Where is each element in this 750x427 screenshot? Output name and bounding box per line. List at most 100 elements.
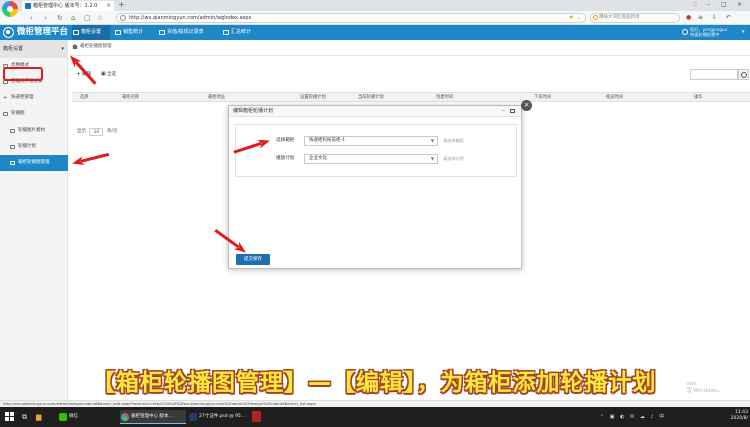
pager: 显示 10 条/页 <box>77 128 118 136</box>
col-current-plan: 当前轮播计划 <box>358 95 384 100</box>
nav-sales-stats[interactable]: 销售统计 <box>114 25 154 40</box>
close-tab-icon[interactable]: × <box>106 1 111 11</box>
browser-search-input[interactable]: 曝扶大湾区落超新增 <box>590 13 680 23</box>
nav-recharge-records[interactable]: 充值/提现记录表 <box>158 25 218 40</box>
col-pushed: 推送时间 <box>606 95 624 100</box>
favicon-icon <box>25 3 31 9</box>
submit-save-button[interactable]: 提交保存 <box>236 254 270 265</box>
reload-icon[interactable]: ↻ <box>57 13 63 23</box>
app-logo-icon <box>3 27 14 38</box>
taskbar-app-browser[interactable]: 箱柜管理中心 版本... <box>120 410 186 424</box>
col-created: 创建时间 <box>436 95 454 100</box>
col-cabinet-name: 箱柜名称 <box>122 95 140 100</box>
activation-watermark: ows 活 Windows。 <box>686 381 724 394</box>
minimize-icon[interactable]: – <box>707 0 710 10</box>
taskbar-app-wechat[interactable]: 微信 <box>58 410 114 424</box>
page-size-select[interactable]: 10 <box>89 128 104 136</box>
nav-summary-stats[interactable]: 汇总统计 <box>222 25 262 40</box>
close-window-icon[interactable]: × <box>737 0 742 10</box>
cabinet-hint: 请选择箱柜 <box>443 138 464 143</box>
undo-icon[interactable]: ↶ <box>726 13 731 23</box>
dialog-title: 编辑箱柜轮播计划 – <box>229 106 521 117</box>
file-explorer-icon[interactable]: ▆ <box>36 407 41 427</box>
browser-logo-icon[interactable] <box>2 1 18 17</box>
wallet-icon <box>159 30 165 35</box>
browser-tab[interactable]: 箱柜管理中心 版本号：1.2.0 × <box>22 1 114 11</box>
sidebar-item-carousel-assets[interactable]: 轮播图片素材 <box>0 123 68 139</box>
col-cabinet-address: 箱柜地址 <box>208 95 226 100</box>
back-icon[interactable]: ‹ <box>30 13 33 23</box>
extension-icon[interactable]: ● <box>686 13 691 23</box>
col-set-plan: 设置轮播计划 <box>300 95 326 100</box>
summary-icon <box>223 30 229 35</box>
browser-icon <box>121 413 129 421</box>
clock[interactable]: 11:43 2020/8/ <box>718 410 748 422</box>
favorite-icon[interactable]: ☆ <box>97 13 103 23</box>
taskbar-app-photoshop[interactable]: 27寸证件.psd @ 95... <box>188 410 250 424</box>
col-dispatched: 下发时间 <box>534 95 552 100</box>
calendar-icon <box>10 145 15 149</box>
checkbox-icon: ▣ <box>101 71 106 77</box>
image-icon <box>10 129 15 133</box>
edit-plan-dialog: 编辑箱柜轮播计划 – 选择箱柜 快递柜科技前柜-1 ▼ 请选择箱柜 播放计划 企… <box>228 105 522 269</box>
windows-start-icon[interactable] <box>5 412 14 421</box>
tab-list-icon[interactable]: ▢ <box>84 13 91 23</box>
user-avatar-icon <box>682 29 688 35</box>
menu-icon[interactable]: ≡ <box>698 13 703 23</box>
table-header: 选择 箱柜名称 箱柜地址 设置轮播计划 当前轮播计划 创建时间 下发时间 推送时… <box>72 92 750 102</box>
app-icon[interactable] <box>252 411 261 422</box>
sidebar-header[interactable]: 箱柜设置 ▾ <box>0 40 68 58</box>
bookmark-star-icon[interactable]: ★ ⌄ <box>569 14 581 22</box>
task-view-icon[interactable]: ⧉ <box>22 407 27 427</box>
new-tab-icon[interactable]: + <box>118 0 125 10</box>
col-select: 选择 <box>80 95 89 100</box>
annotation-arrow-icon <box>71 150 110 168</box>
photoshop-icon <box>189 413 197 421</box>
chevron-down-icon: ▼ <box>430 138 434 143</box>
system-tray-icons[interactable]: ⌃ ▣ ◐ ✉ ☁ ♪ 中 <box>600 407 666 427</box>
forward-icon[interactable]: › <box>44 13 47 23</box>
page-info-icon <box>120 15 126 21</box>
home-icon[interactable]: ⌂ <box>71 13 75 23</box>
status-bar: http://wx.qianmingyun.com/admin/weigui/c… <box>0 400 750 407</box>
field-cabinet-label: 选择箱柜 <box>276 138 295 143</box>
maximize-icon[interactable]: □ <box>721 0 727 10</box>
chevron-down-icon: ▼ <box>430 156 434 161</box>
search-engine-icon <box>593 15 598 20</box>
plan-select[interactable]: 企业文化 ▼ <box>304 154 438 164</box>
app-header: 微柜管理平台 箱柜设置 销售统计 充值/提现记录表 汇总统计 您好，yangpi… <box>0 25 750 40</box>
highlight-box <box>3 67 43 81</box>
tab-title: 箱柜管理中心 版本号：1.2.0 <box>33 3 98 9</box>
divider <box>70 55 750 56</box>
table-search-input[interactable] <box>690 69 738 80</box>
maximize-icon[interactable] <box>510 109 515 113</box>
search-icon[interactable] <box>738 69 749 80</box>
cabinet-icon <box>73 30 79 35</box>
sidebar-item-carousel-plan[interactable]: 轮播计划 <box>0 139 68 155</box>
url-text: http://wx.qianmingyun.com/admin/wgIndex.… <box>129 15 252 21</box>
sidebar-item-carousel[interactable]: 轮播图 <box>0 106 68 122</box>
image-icon <box>10 161 15 165</box>
col-actions: 操作 <box>694 95 703 100</box>
chevron-down-icon: ▾ <box>61 46 64 52</box>
download-icon[interactable]: ⇩ <box>712 13 717 23</box>
home-icon <box>72 44 78 49</box>
breadcrumb: 箱柜轮播图管理 <box>72 43 112 51</box>
video-caption: 【箱柜轮播图管理】—【编辑】，为箱柜添加轮播计划 <box>92 370 657 396</box>
user-info[interactable]: 您好，yangpinguo 快速轮播配置中 <box>690 27 727 37</box>
shield-icon[interactable]: ♡ <box>692 0 697 10</box>
cabinet-select[interactable]: 快递柜科技前柜-1 ▼ <box>304 136 438 146</box>
close-icon[interactable]: × <box>521 100 532 111</box>
annotation-arrow-icon <box>67 52 99 86</box>
nav-cabinet-settings[interactable]: 箱柜设置 <box>72 25 110 40</box>
image-icon <box>3 112 8 116</box>
sidebar-item-locker-management[interactable]: + 快递柜管理 <box>0 90 68 106</box>
select-all-button[interactable]: ▣ 全选 <box>101 71 116 78</box>
chevron-down-icon[interactable]: ▾ <box>742 25 745 40</box>
browser-tab-bar: 箱柜管理中心 版本号：1.2.0 × + ♡ – □ × <box>0 0 750 11</box>
taskbar: ⧉ ▆ 微信 箱柜管理中心 版本... 27寸证件.psd @ 95... ⌃ … <box>0 407 750 427</box>
sidebar-item-cabinet-carousel[interactable]: 箱柜轮播图管理 <box>0 155 68 171</box>
search-text: 曝扶大湾区落超新增 <box>599 15 640 20</box>
url-field[interactable]: http://wx.qianmingyun.com/admin/wgIndex.… <box>116 13 586 23</box>
minimize-icon[interactable]: – <box>502 106 505 116</box>
